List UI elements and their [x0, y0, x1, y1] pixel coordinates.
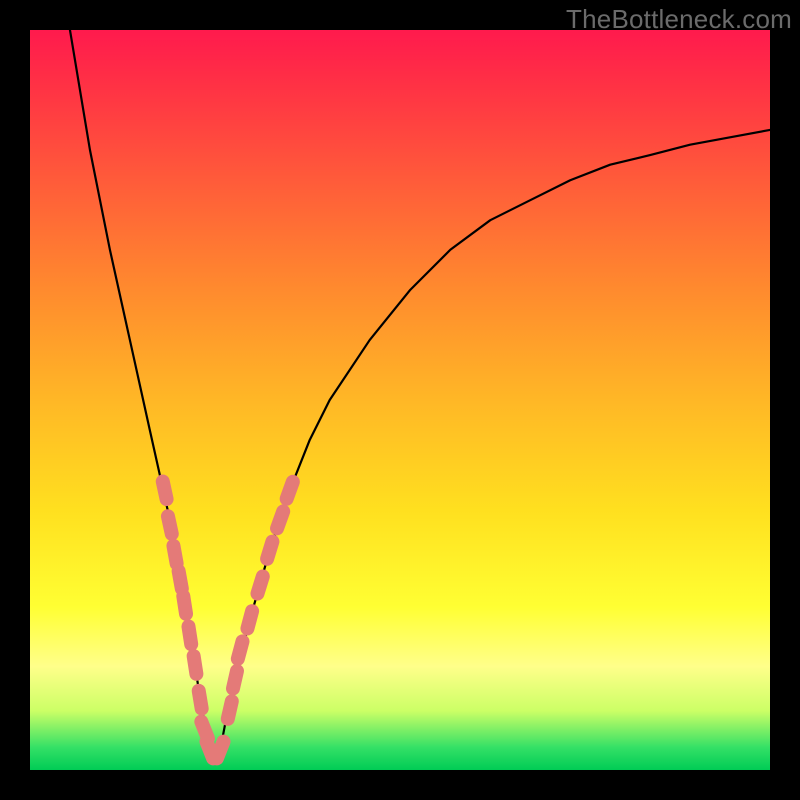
bottleneck-curve — [70, 30, 770, 750]
curve-marker — [173, 546, 176, 564]
curve-marker — [179, 571, 182, 589]
chart-frame: TheBottleneck.com — [0, 0, 800, 800]
bottleneck-chart-svg — [30, 30, 770, 770]
curve-marker — [267, 542, 272, 559]
curve-marker — [183, 596, 186, 614]
curve-marker — [287, 482, 293, 499]
curve-marker — [188, 626, 191, 644]
curve-marker — [247, 611, 252, 628]
curve-marker — [217, 742, 224, 759]
curve-marker — [228, 701, 232, 719]
curve-marker — [163, 481, 167, 499]
curve-marker — [257, 576, 262, 593]
curve-marker — [277, 511, 283, 528]
curve-marker — [238, 641, 243, 658]
watermark-text: TheBottleneck.com — [566, 4, 792, 35]
curve-marker — [233, 671, 237, 689]
curve-marker — [199, 691, 202, 709]
curve-markers — [163, 481, 293, 758]
curve-marker — [168, 516, 172, 534]
curve-marker — [194, 656, 197, 674]
plot-area — [30, 30, 770, 770]
